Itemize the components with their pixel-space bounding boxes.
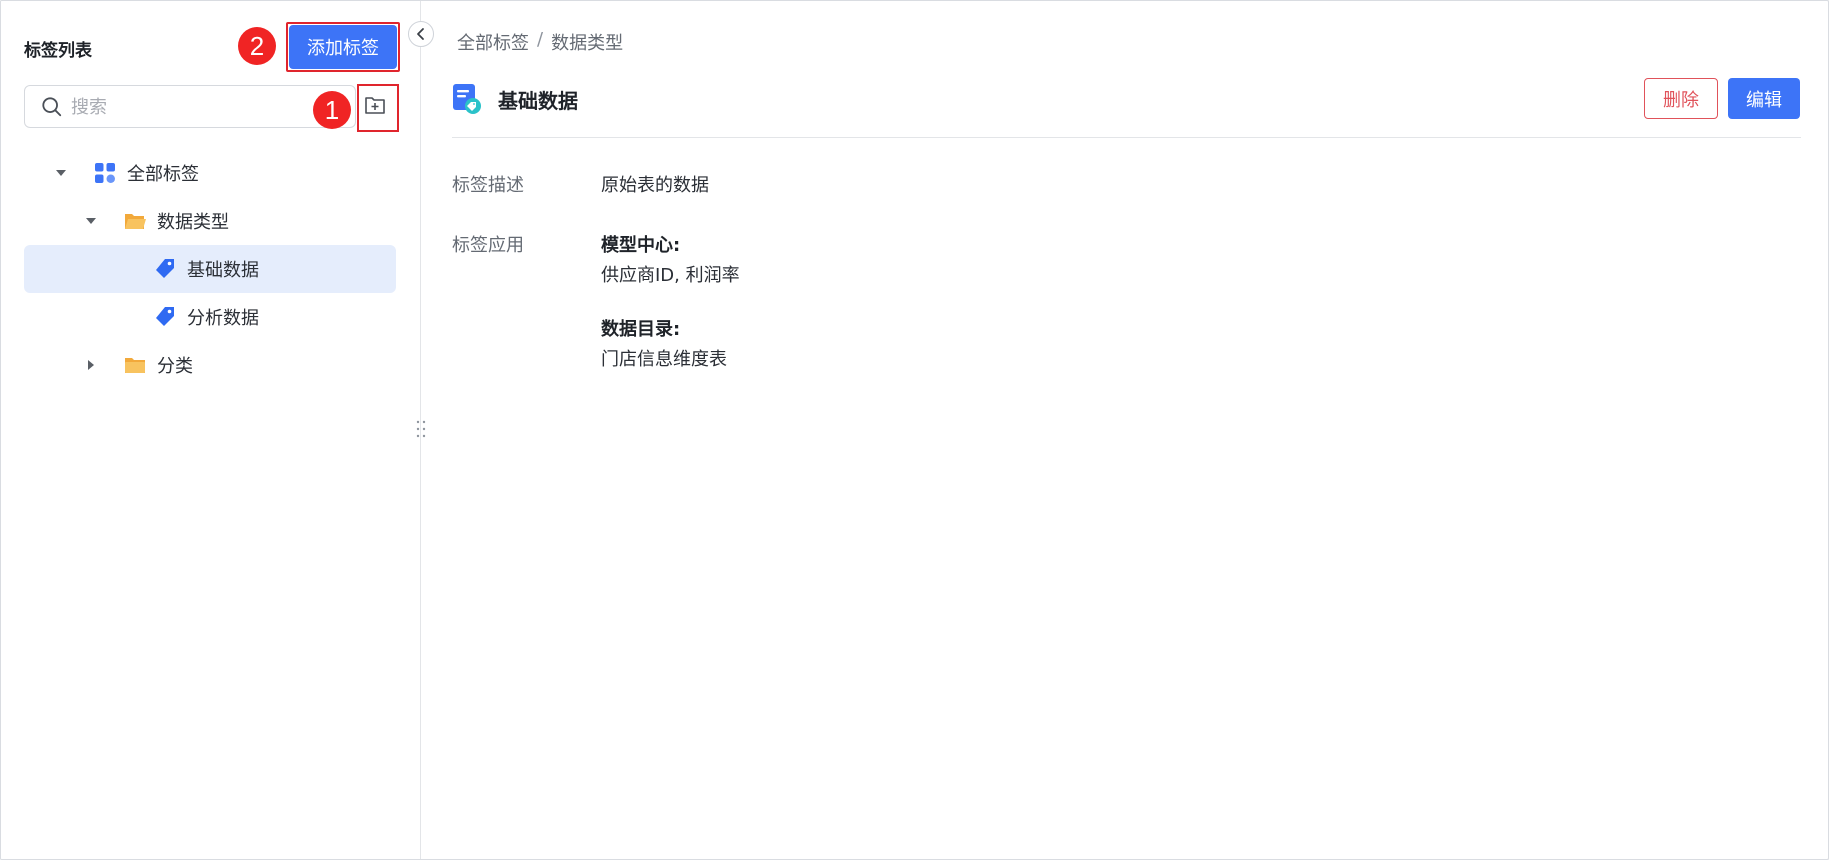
tree-node-label: 分类: [157, 356, 193, 377]
application-items-model-center: 供应商ID, 利润率: [601, 265, 740, 286]
tree-node-data-type[interactable]: 数据类型: [24, 197, 396, 245]
tree-node-label: 数据类型: [157, 212, 229, 233]
add-tag-button[interactable]: 添加标签: [289, 25, 397, 69]
breadcrumb: 全部标签 / 数据类型: [457, 29, 623, 55]
tree-node-basic-data[interactable]: 基础数据: [24, 245, 396, 293]
tag-icon: [156, 307, 174, 326]
breadcrumb-item-all-tags[interactable]: 全部标签: [457, 29, 529, 55]
tree-node-all-tags[interactable]: 全部标签: [24, 149, 396, 197]
header-divider: [452, 137, 1801, 138]
tree-node-label: 基础数据: [187, 260, 259, 281]
step-badge-1: 1: [313, 91, 351, 129]
tag-list-panel: 标签列表 2 添加标签 1: [1, 1, 426, 859]
description-label: 标签描述: [452, 175, 524, 196]
panel-title: 标签列表: [24, 41, 92, 61]
folder-icon: [125, 358, 145, 373]
new-folder-icon[interactable]: [363, 93, 387, 117]
tag-icon: [156, 259, 174, 278]
tree-node-category[interactable]: 分类: [24, 341, 396, 389]
tree-node-label: 全部标签: [127, 164, 199, 185]
caret-right-icon[interactable]: [84, 358, 98, 372]
application-heading-model-center: 模型中心:: [601, 235, 681, 256]
application-label: 标签应用: [452, 235, 524, 256]
tree-node-analysis-data[interactable]: 分析数据: [24, 293, 396, 341]
grid-apps-icon: [95, 163, 115, 183]
edit-button[interactable]: 编辑: [1728, 78, 1800, 119]
page-title: 基础数据: [498, 89, 578, 113]
app-window: 标签列表 2 添加标签 1: [0, 0, 1829, 860]
tree-node-label: 分析数据: [187, 308, 259, 329]
tag-tree: 全部标签 数据类型 基础数据 分析数据 分类: [24, 149, 396, 389]
tag-document-icon: [453, 84, 481, 114]
step-badge-2: 2: [238, 27, 276, 65]
application-heading-data-catalog: 数据目录:: [601, 319, 681, 340]
caret-down-icon[interactable]: [54, 166, 68, 180]
delete-button[interactable]: 删除: [1644, 78, 1718, 119]
caret-down-icon[interactable]: [84, 214, 98, 228]
search-input[interactable]: [71, 92, 291, 122]
tag-detail-panel: 全部标签 / 数据类型 基础数据 删除 编辑 标签描述 原始表的数据 标签应用 …: [422, 1, 1828, 859]
application-items-data-catalog: 门店信息维度表: [601, 349, 727, 370]
breadcrumb-separator: /: [537, 29, 544, 50]
search-icon: [42, 97, 62, 117]
description-value: 原始表的数据: [601, 175, 709, 196]
breadcrumb-item-data-type[interactable]: 数据类型: [551, 29, 623, 55]
folder-open-icon: [125, 214, 146, 229]
search-box: [24, 85, 356, 128]
